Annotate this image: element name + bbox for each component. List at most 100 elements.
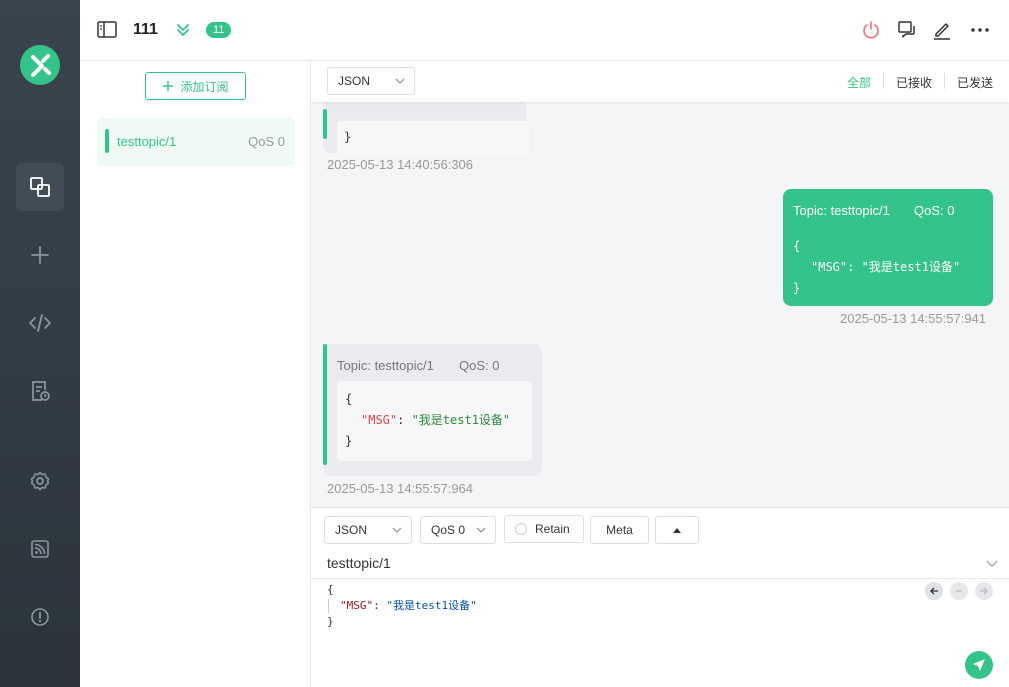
nav-settings[interactable] (16, 457, 64, 505)
composer-format-select[interactable]: JSON (324, 516, 412, 544)
subscription-topic: testtopic/1 (117, 134, 177, 149)
log-icon (32, 381, 50, 401)
indent-guide (328, 599, 329, 613)
payload-line: } (344, 130, 352, 144)
message-color-bar (323, 344, 327, 465)
power-icon (863, 21, 879, 39)
payload-key: "MSG" (340, 599, 374, 612)
nav-new-connection[interactable] (16, 231, 64, 279)
chevron-down-icon (476, 527, 486, 533)
payload-key: "MSG" (811, 260, 848, 274)
message-payload: } (337, 121, 529, 155)
message-count-badge: 11 (206, 22, 232, 38)
toggle-sidebar-icon[interactable] (97, 21, 117, 42)
history-reset-button[interactable] (950, 582, 968, 600)
filter-sent[interactable]: 已发送 (957, 74, 993, 91)
payload-line: } (793, 281, 801, 295)
history-back-button[interactable] (925, 582, 943, 600)
chevron-down-icon (395, 78, 405, 84)
rss-icon (31, 540, 49, 558)
topic-input[interactable]: testtopic/1 (311, 548, 1009, 579)
caret-up-icon (673, 528, 681, 533)
nav-subscriptions[interactable] (16, 525, 64, 573)
nav-about[interactable] (16, 593, 64, 641)
connection-name: 111 (133, 21, 158, 38)
collapse-chevron-icon[interactable] (175, 22, 191, 41)
plus-icon (31, 246, 49, 264)
add-subscription-button[interactable]: 添加订阅 (145, 72, 246, 100)
plus-icon (163, 81, 174, 91)
arrow-right-icon (980, 587, 988, 595)
chat-icon (898, 21, 915, 39)
payload-key: "MSG" (361, 413, 398, 427)
message-topic: Topic: testtopic/1 (337, 358, 434, 373)
more-icon (971, 28, 989, 32)
filter-all[interactable]: 全部 (847, 74, 871, 91)
nav-log[interactable] (16, 367, 64, 415)
gear-icon (30, 471, 50, 491)
payload-line: } (345, 434, 353, 448)
mqttx-logo (20, 45, 60, 85)
payload-line: { (345, 392, 353, 406)
subscription-item[interactable]: testtopic/1 QoS 0 (97, 118, 295, 166)
message-payload: { "MSG": "我是test1设备" } (337, 381, 532, 461)
nav-script[interactable] (16, 299, 64, 347)
payload-line: } (327, 615, 334, 628)
connections-icon (30, 177, 50, 197)
divider (883, 73, 884, 89)
left-nav (0, 0, 80, 687)
history-forward-button[interactable] (975, 582, 993, 600)
message-composer: JSON QoS 0 Retain Meta testtopic/1 { "MS… (311, 507, 1009, 687)
payload-format-select[interactable]: JSON (327, 67, 415, 95)
message-time: 2025-05-13 14:40:56:306 (327, 157, 474, 172)
chevron-down-icon[interactable] (985, 558, 999, 570)
meta-label: Meta (606, 523, 633, 537)
composer-format-value: JSON (335, 523, 368, 537)
subscription-qos: QoS 0 (248, 134, 285, 149)
more-button[interactable] (969, 19, 991, 41)
retain-checkbox[interactable]: Retain (504, 515, 584, 543)
message-qos: QoS: 0 (459, 358, 500, 373)
payload-editor[interactable]: { "MSG": "我是test1设备" } (311, 579, 1009, 687)
filter-received[interactable]: 已接收 (896, 74, 932, 91)
topic-input-value: testtopic/1 (327, 555, 391, 571)
payload-value: "我是test1设备" (861, 260, 961, 274)
edit-button[interactable] (931, 19, 953, 41)
nav-connections[interactable] (16, 163, 64, 211)
message-time: 2025-05-13 14:55:57:941 (840, 311, 987, 326)
composer-qos-select[interactable]: QoS 0 (420, 516, 496, 544)
payload-colon: : (847, 260, 862, 274)
message-time: 2025-05-13 14:55:57:964 (327, 481, 474, 496)
payload-line: "MSG": "我是test1设备" (327, 598, 477, 614)
send-button[interactable] (965, 651, 993, 679)
divider (944, 73, 945, 89)
message-topic: Topic: testtopic/1 (793, 203, 890, 218)
message-payload: { "MSG": "我是test1设备" } (793, 236, 960, 299)
new-window-button[interactable] (896, 19, 918, 41)
subscriptions-panel: 添加订阅 testtopic/1 QoS 0 (80, 61, 311, 687)
meta-button[interactable]: Meta (590, 516, 649, 544)
payload-value: "我是test1设备" (386, 599, 477, 612)
payload-colon: : (397, 413, 412, 427)
retain-radio-icon (515, 523, 527, 535)
chevron-down-icon (392, 527, 402, 533)
disconnect-button[interactable] (860, 19, 882, 41)
composer-qos-value: QoS 0 (431, 523, 466, 537)
code-icon (29, 314, 51, 332)
payload-line: { (793, 239, 801, 253)
pencil-icon (934, 23, 950, 40)
info-icon (31, 608, 49, 626)
retain-label: Retain (535, 522, 570, 536)
minus-icon (956, 590, 962, 592)
payload-line: "MSG": "我是test1设备" (793, 257, 960, 278)
payload-line: { (327, 583, 334, 596)
messages-toolbar: JSON 全部 已接收 已发送 (311, 61, 1009, 102)
messages-area[interactable]: JSON 全部 已接收 已发送 } 2025-05-13 14:40:56:30… (311, 61, 1009, 507)
message-color-bar (323, 109, 327, 139)
subscription-color-bar (105, 129, 109, 153)
connection-header: 111 11 (80, 0, 1009, 61)
received-message: Topic: testtopic/1 QoS: 0 { "MSG": "我是te… (323, 344, 542, 476)
arrow-left-icon (930, 587, 938, 595)
expand-composer-button[interactable] (655, 516, 699, 544)
sent-message: Topic: testtopic/1 QoS: 0 { "MSG": "我是te… (783, 189, 993, 306)
